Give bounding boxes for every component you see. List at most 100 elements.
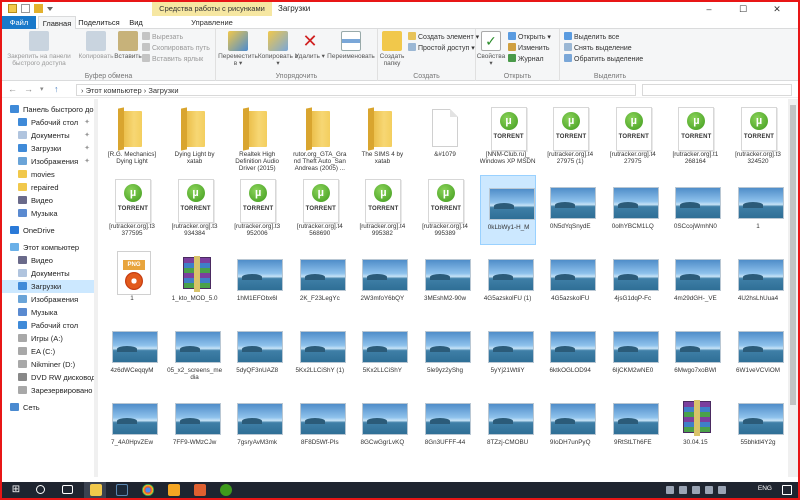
nav-item[interactable]: movies	[2, 168, 94, 181]
file-item[interactable]: PNG 1	[104, 247, 160, 317]
delete-button[interactable]: ✕ Удалить ▾	[292, 31, 328, 60]
nav-item[interactable]: Видео	[2, 194, 94, 207]
file-item[interactable]: 6W1veVCViOM	[730, 319, 786, 389]
file-item[interactable]: Dying Light by xatab	[167, 103, 223, 173]
file-item[interactable]: 4m29dGH-_VE	[667, 247, 723, 317]
file-item[interactable]: 9RtStLTh6FE	[605, 391, 661, 461]
chrome-icon[interactable]	[142, 484, 154, 496]
tab-share[interactable]: Поделиться	[78, 16, 120, 29]
file-item[interactable]: 8Gn3UFFF-44	[417, 391, 473, 461]
task-view-icon[interactable]	[62, 485, 73, 494]
paste-button[interactable]: Вставить	[110, 31, 146, 60]
up-arrow-icon[interactable]: ↑	[54, 84, 59, 94]
file-item[interactable]: µ TORRENT [rutracker.org].t4 995382	[354, 175, 410, 245]
nav-item[interactable]: Зарезервировано с	[2, 384, 94, 397]
chevron-down-icon[interactable]: ▾	[40, 85, 44, 93]
nav-item[interactable]: Рабочий стол ✦	[2, 116, 94, 129]
file-explorer-icon[interactable]	[90, 484, 102, 496]
nav-item[interactable]: Загрузки ✦	[2, 142, 94, 155]
file-item[interactable]: 4U2hsLhUua4	[730, 247, 786, 317]
tray-icon[interactable]	[666, 486, 674, 494]
file-item[interactable]: 2K_F23LegYc	[292, 247, 348, 317]
nav-item[interactable]: Документы ✦	[2, 129, 94, 142]
file-item[interactable]: 4jsG1dqP-Fc	[605, 247, 661, 317]
cut-button[interactable]: Вырезать	[142, 32, 183, 42]
file-scrollbar[interactable]	[788, 99, 798, 477]
file-item[interactable]: 8F8D5Wf-PIs	[292, 391, 348, 461]
file-item[interactable]: 1_kto_MOD_5.0	[167, 247, 223, 317]
file-item[interactable]: Realtek High Definition Audio Driver (20…	[229, 103, 285, 173]
file-item[interactable]: rutor.org_GTA_Grand Theft Auto_San Andre…	[292, 103, 348, 173]
nav-item[interactable]: Рабочий стол	[2, 319, 94, 332]
copy-path-button[interactable]: Скопировать путь	[142, 43, 210, 53]
tab-view[interactable]: Вид	[124, 16, 148, 29]
file-item[interactable]: 6IjCKM2wNE0	[605, 319, 661, 389]
file-item[interactable]: 6Mwgo7xoBWI	[667, 319, 723, 389]
tray-icon[interactable]	[679, 486, 687, 494]
pin-icon[interactable]: ✦	[84, 142, 90, 155]
rename-button[interactable]: Переименовать	[324, 31, 378, 60]
file-item[interactable]: 7gsryAvM3mk	[229, 391, 285, 461]
pin-quick-access-button[interactable]: Закрепить на панели быстрого доступа	[4, 31, 74, 67]
properties-icon[interactable]	[21, 4, 30, 13]
address-bar[interactable]: › Этот компьютер › Загрузки	[76, 84, 636, 96]
tab-manage[interactable]: Управление	[152, 16, 272, 29]
scrollbar-thumb[interactable]	[790, 105, 796, 405]
file-item[interactable]: µ TORRENT [rutracker.org].t4 995389	[417, 175, 473, 245]
minimize-button[interactable]: –	[692, 2, 726, 16]
app-icon[interactable]	[168, 484, 180, 496]
file-item[interactable]: The SIMS 4 by xatab	[354, 103, 410, 173]
select-all-button[interactable]: Выделить все	[564, 32, 619, 42]
easy-access-button[interactable]: Простой доступ ▾	[408, 43, 475, 53]
file-item[interactable]: 8GCwGgrLvKQ	[354, 391, 410, 461]
volume-icon[interactable]	[705, 486, 713, 494]
new-item-button[interactable]: Создать элемент ▾	[408, 32, 479, 42]
file-item[interactable]: µ TORRENT [rutracker.org].t3 324520	[730, 103, 786, 173]
file-item[interactable]: 8TZzj-CMOBU	[480, 391, 536, 461]
pin-icon[interactable]: ✦	[84, 155, 90, 168]
nav-item[interactable]: EA (C:)	[2, 345, 94, 358]
file-item[interactable]: 4G5azskolFU	[542, 247, 598, 317]
file-item[interactable]: 05_x2_screens_media	[167, 319, 223, 389]
folder-icon[interactable]	[8, 4, 17, 13]
steam-icon[interactable]	[116, 484, 128, 496]
nav-item[interactable]: Видео	[2, 254, 94, 267]
file-item[interactable]: 55bhktl4Y2g	[730, 391, 786, 461]
file-item[interactable]: 2W3mfoY6bQY	[354, 247, 410, 317]
file-item[interactable]: µ TORRENT [rutracker.org].t4 568690	[292, 175, 348, 245]
paste-shortcut-button[interactable]: Вставить ярлык	[142, 54, 203, 64]
file-item[interactable]: µ TORRENT [rutracker.org].t4 27975 (1)	[542, 103, 598, 173]
invert-selection-button[interactable]: Обратить выделение	[564, 54, 643, 64]
search-input[interactable]	[642, 84, 792, 96]
nav-item[interactable]: Сеть	[2, 401, 94, 414]
file-item[interactable]: µ TORRENT [rutracker.org].t3 952006	[229, 175, 285, 245]
back-arrow-icon[interactable]: ←	[8, 84, 17, 94]
nav-item[interactable]: Изображения	[2, 293, 94, 306]
app-icon[interactable]	[194, 484, 206, 496]
forward-arrow-icon[interactable]: →	[24, 84, 33, 94]
utorrent-icon[interactable]	[220, 484, 232, 496]
notifications-icon[interactable]	[782, 485, 792, 495]
nav-item[interactable]: repaired	[2, 181, 94, 194]
chevron-down-icon[interactable]	[47, 7, 53, 11]
nav-item[interactable]: Nikminer (D:)	[2, 358, 94, 371]
file-item[interactable]: 7_4A0HpvZEw	[104, 391, 160, 461]
file-item[interactable]: 1hM1EFObx6I	[229, 247, 285, 317]
nav-item[interactable]: OneDrive	[2, 224, 94, 237]
file-item[interactable]: 5Kx2LLCiShY (1)	[292, 319, 348, 389]
file-item[interactable]: 3MEshM2-90w	[417, 247, 473, 317]
open-button[interactable]: Открыть ▾	[508, 32, 551, 42]
nav-item[interactable]: Загрузки	[2, 280, 94, 293]
file-item[interactable]: 1	[730, 175, 786, 245]
nav-item[interactable]: Этот компьютер	[2, 241, 94, 254]
nav-item[interactable]: Музыка	[2, 306, 94, 319]
new-folder-icon[interactable]	[34, 4, 43, 13]
file-item[interactable]: 5yYj21WtliY	[480, 319, 536, 389]
file-item[interactable]: 5Kx2LLCiShY	[354, 319, 410, 389]
file-item[interactable]: 0kLbWy1-H_M	[479, 175, 536, 245]
file-item[interactable]: 0olhYBCM1LQ	[605, 175, 661, 245]
new-folder-button[interactable]: Создать папку	[378, 31, 406, 67]
file-item[interactable]: 4z6dWCeqqyM	[104, 319, 160, 389]
network-icon[interactable]	[692, 486, 700, 494]
file-item[interactable]: µ TORRENT [rutracker.org].t3 377595	[104, 175, 160, 245]
